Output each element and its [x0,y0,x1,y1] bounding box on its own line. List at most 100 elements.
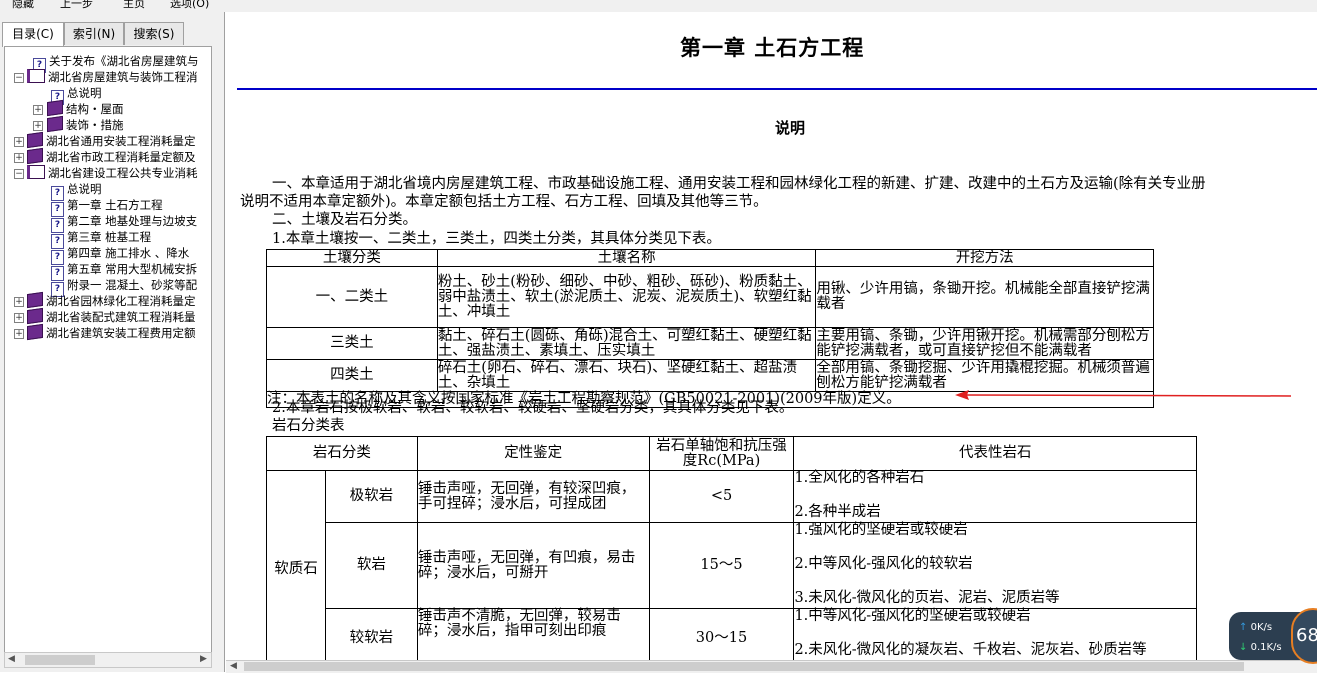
tab-contents[interactable]: 目录(C) [2,22,64,47]
table-cell: 15～5 [648,522,795,609]
book-icon [27,131,43,149]
network-speed-widget[interactable]: ↑ 0K/s ↓ 0.1K/s 68 [1229,608,1317,664]
paragraph-rock-intro: 2.本章岩石按极软岩、软岩、较软岩、较硬岩、坚硬岩分类，其具体分类见下表。 [272,400,794,416]
tree-item-landscape[interactable]: 湖北省园林绿化工程消耗量定 [27,291,196,309]
table-cell: 软岩 [324,522,418,609]
expand-icon[interactable]: + [14,313,24,323]
tree-item-structure-roof[interactable]: 结构・屋面 [47,99,124,117]
table-cell: 锤击声哑，无回弹，有凹痕，易击碎；浸水后，可掰开 [416,522,650,609]
expand-icon[interactable]: + [14,153,24,163]
book-icon [27,147,43,165]
chapter-title: 第一章 土石方工程 [680,35,865,60]
table-cell: 软质石 [266,470,326,660]
tree-item-general-notes-2[interactable]: ? 总说明 [51,181,102,201]
table-header: 定性鉴定 [416,436,650,471]
table-cell: 碎石土(卵石、碎石、漂石、块石)、坚硬红黏土、超盐渍土、杂填土 [436,359,817,392]
table-header: 土壤分类 [266,249,438,267]
scroll-thumb[interactable] [244,662,1244,671]
scroll-thumb[interactable] [25,655,95,665]
scroll-right-icon[interactable]: ▶ [200,654,207,664]
paragraph-soil-intro: 1.本章土壤按一、二类土，三类土，四类土分类，其具体分类见下表。 [272,231,721,247]
table-cell: 黏土、碎石土(圆砾、角砾)混合土、可塑红黏土、硬塑红黏土、强盐渍土、素填土、压实… [436,327,817,360]
home-button[interactable]: 主页 [123,0,145,9]
hide-button[interactable]: 隐藏 [12,0,34,9]
table-cell: 锤击声不清脆，无回弹，较易击碎；浸水后，指甲可刻出印痕 [416,608,650,660]
table-cell: 锤击声哑，无回弹，有较深凹痕，手可捏碎；浸水后，可捏成团 [416,470,650,523]
tree-item-municipal[interactable]: 湖北省市政工程消耗量定额及 [27,147,196,165]
paragraph-classification: 二、土壤及岩石分类。 [272,212,417,228]
table-cell: 一、二类土 [266,266,438,328]
collapse-icon[interactable]: − [14,169,24,179]
table-cell: 四类土 [266,359,438,392]
expand-icon[interactable]: + [33,121,43,131]
table-cell: 1.中等风化-强风化的坚硬岩或较硬岩 2.未风化-微风化的凝灰岩、千枚岩、泥灰岩… [793,608,1197,660]
open-book-icon [27,69,45,83]
open-book-icon [27,165,45,179]
book-icon [27,323,43,341]
back-button[interactable]: 上一步 [60,0,93,9]
table-header: 岩石分类 [266,436,418,471]
paragraph-scope-line2: 说明不适用本章定额外)。本章定额包括土方工程、石方工程、回填及其他等三节。 [240,194,768,210]
tree-item-fees[interactable]: 湖北省建筑安装工程费用定额 [27,323,196,341]
tree-item-chapter1[interactable]: ? 第一章 土石方工程 [51,197,163,217]
top-toolbar: 隐藏 上一步 主页 选项(O) [0,0,1317,12]
upload-speed: ↑ 0K/s [1239,622,1273,633]
rock-classification-table: 岩石分类 定性鉴定 岩石单轴饱和抗压强度Rc(MPa) 代表性岩石 软质石 极软… [266,436,1197,660]
navigation-pane: 目录(C) 索引(N) 搜索(S) ? 关于发布《湖北省房屋建筑与 − 湖北省房屋… [0,12,225,672]
tree-item-appendix1[interactable]: ? 附录一 混凝土、砂浆等配 [51,277,197,297]
usage-percent: 68 [1291,608,1317,664]
table-cell: 1.强风化的坚硬岩或较硬岩 2.中等风化-强风化的较软岩 3.未风化-微风化的页… [793,522,1197,609]
download-speed: ↓ 0.1K/s [1239,642,1282,653]
download-arrow-icon: ↓ [1239,642,1248,653]
tree-item-decoration-measures[interactable]: 装饰・措施 [47,115,124,133]
table-cell: 较软岩 [324,608,418,660]
table-cell: 主要用镐、条锄，少许用锹开挖。机械需部分刨松方能铲挖满载者，或可直接铲挖但不能满… [815,327,1154,360]
tree-item-notice[interactable]: ? 关于发布《湖北省房屋建筑与 [33,53,199,73]
table-cell: <5 [648,470,795,523]
tab-search[interactable]: 搜索(S) [124,22,184,45]
table-cell: 极软岩 [324,470,418,523]
table-cell: 三类土 [266,327,438,360]
collapse-icon[interactable]: − [14,73,24,83]
tree-item-chapter3[interactable]: ? 第三章 桩基工程 [51,229,151,249]
table-header: 开挖方法 [815,249,1154,267]
annotation-arrow [955,390,1292,400]
table-cell: 粉土、砂土(粉砂、细砂、中砂、粗砂、砾砂)、粉质黏土、弱中盐渍土、软土(淤泥质土… [436,266,817,328]
document-view: 第一章 土石方工程 说明 一、本章适用于湖北省境内房屋建筑工程、市政基础设施工程… [226,12,1317,660]
paragraph-scope-line1: 一、本章适用于湖北省境内房屋建筑工程、市政基础设施工程、通用安装工程和园林绿化工… [272,176,1206,192]
table-cell: 30～15 [648,608,795,660]
rock-table-title: 岩石分类表 [272,418,345,434]
book-icon [27,291,43,309]
contents-tree: ? 关于发布《湖北省房屋建筑与 − 湖北省房屋建筑与装饰工程消 ? 总说明 + 结构… [4,46,212,659]
upload-arrow-icon: ↑ [1239,622,1248,633]
tree-item-building-decoration[interactable]: 湖北省房屋建筑与装饰工程消 [27,69,198,85]
tab-index[interactable]: 索引(N) [64,22,124,45]
expand-icon[interactable]: + [14,329,24,339]
table-cell: 用锹、少许用镐，条锄开挖。机械能全部直接铲挖满载者 [815,266,1154,328]
expand-icon[interactable]: + [33,105,43,115]
table-header: 土壤名称 [436,249,817,267]
tree-item-public-works[interactable]: 湖北省建设工程公共专业消耗 [27,165,198,181]
book-icon [47,99,63,117]
tree-item-chapter2[interactable]: ? 第二章 地基处理与边坡支 [51,213,197,233]
book-icon [27,307,43,325]
tree-item-chapter4[interactable]: ? 第四章 施工排水 、降水 [51,245,189,265]
nav-tabs: 目录(C) 索引(N) 搜索(S) [0,22,224,47]
content-horizontal-scrollbar[interactable]: ◀ [226,660,1317,673]
tree-item-chapter5[interactable]: ? 第五章 常用大型机械安拆 [51,261,197,281]
expand-icon[interactable]: + [14,297,24,307]
table-cell: 1.全风化的各种岩石 2.各种半成岩 [793,470,1197,523]
book-icon [47,115,63,133]
tree-item-installation[interactable]: 湖北省通用安装工程消耗量定 [27,131,196,149]
scroll-left-icon[interactable]: ◀ [230,661,237,671]
scroll-left-icon[interactable]: ◀ [8,654,15,664]
tree-horizontal-scrollbar[interactable]: ◀ ▶ [4,652,212,668]
tree-item-general-notes[interactable]: ? 总说明 [51,85,102,105]
section-title: 说明 [775,119,806,137]
expand-icon[interactable]: + [14,137,24,147]
options-menu[interactable]: 选项(O) [170,0,209,9]
title-rule [237,88,1317,90]
table-header: 岩石单轴饱和抗压强度Rc(MPa) [648,436,795,471]
table-header: 代表性岩石 [793,436,1197,471]
tree-item-prefab[interactable]: 湖北省装配式建筑工程消耗量 [27,307,196,325]
